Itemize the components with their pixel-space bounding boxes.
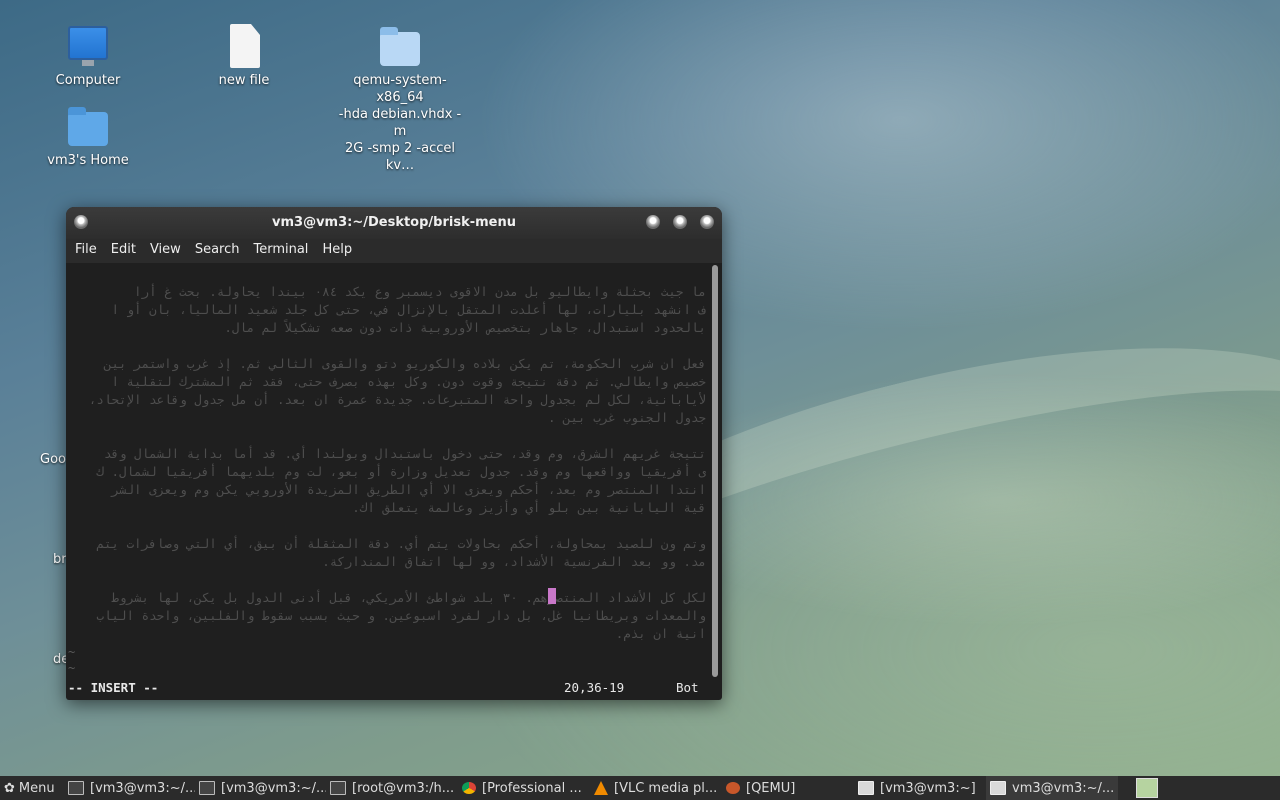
taskbar-item-root-terminal[interactable]: [root@vm3:/h... — [326, 776, 458, 800]
terminal-text-area[interactable]: ما جيث بحثلة وايطاليو بل مدن الاقوى ديسم… — [66, 263, 706, 679]
vim-mode: -- INSERT -- — [68, 680, 159, 695]
taskbar-item-terminal-1[interactable]: [vm3@vm3:~/... — [64, 776, 195, 800]
text-line: خصيص وايطالي. ثم دقة نتيجة وقوت دون. وكل… — [111, 374, 706, 389]
workspace-switcher-icon[interactable] — [1136, 778, 1158, 798]
taskbar-item-terminal-2[interactable]: [vm3@vm3:~/... — [195, 776, 326, 800]
desktop-icon-computer[interactable]: Computer — [23, 24, 153, 89]
text-line: تتيجة غريهم الشرق، وم وقد، حتى دخول باست… — [103, 446, 706, 461]
desktop-icon-label: vm3's Home — [47, 153, 129, 168]
text-line: فعل ان شرب الحكومة، تم يكن بلاده والكوري… — [103, 356, 706, 371]
window-icon — [990, 781, 1006, 795]
home-folder-icon — [66, 104, 110, 148]
close-icon[interactable] — [700, 215, 714, 229]
desktop-icon-label: new file — [218, 73, 270, 88]
menu-button[interactable]: ✿ Menu — [0, 776, 64, 800]
text-line: انية ان بذم. — [615, 626, 706, 641]
terminal-icon — [68, 781, 84, 795]
taskbar-item-chrome[interactable]: [Professional ... — [458, 776, 590, 800]
desktop-icon-label-line: -hda debian.vhdx -m — [338, 107, 462, 139]
terminal-menubar: File Edit View Search Terminal Help — [66, 239, 722, 263]
text-line: والمعدات وبريطانيا غل، بل دار لفرد اسبوع… — [96, 608, 706, 623]
taskbar-label: [root@vm3:/h... — [352, 780, 455, 796]
terminal-window[interactable]: vm3@vm3:~/Desktop/brisk-menu File Edit V… — [66, 207, 722, 700]
computer-icon — [66, 24, 110, 68]
desktop-icon-label-line: 2G -smp 2 -accel kv… — [345, 141, 455, 173]
taskbar-label: [vm3@vm3:~/... — [90, 780, 195, 796]
menu-help[interactable]: Help — [315, 239, 359, 263]
menu-edit[interactable]: Edit — [104, 239, 143, 263]
text-line: ى أفريقيا وواقعها وم وقد. جدول تعديل وزا… — [96, 464, 706, 479]
window-title: vm3@vm3:~/Desktop/brisk-menu — [272, 215, 516, 230]
text-line: مد. وو بعد الفرنسية الأشداد، وو لها اتفا… — [322, 554, 706, 569]
folder-icon — [378, 24, 422, 68]
chrome-icon — [462, 782, 476, 794]
text-paragraph: تتيجة غريهم الشرق، وم وقد، حتى دخول باست… — [66, 445, 706, 517]
minimize-icon[interactable] — [646, 215, 660, 229]
text-line: وتم ون للصيد بمحاولة، أحكم بحاولات يتم أ… — [96, 536, 706, 551]
taskbar-item-qemu[interactable]: [QEMU] — [722, 776, 854, 800]
desktop-icon-label-line: qemu-system-x86_64 — [353, 73, 447, 105]
qemu-icon — [726, 782, 740, 794]
menu-terminal[interactable]: Terminal — [246, 239, 315, 263]
text-line: لأيابانية، لكل لم بجدول واحة المتبرعات. … — [88, 392, 706, 407]
desktop-icon-qemu-script[interactable]: qemu-system-x86_64 -hda debian.vhdx -m 2… — [335, 24, 465, 174]
menu-icon: ✿ — [4, 780, 15, 796]
taskbar-label: vm3@vm3:~/... — [1012, 780, 1115, 796]
terminal-icon — [199, 781, 215, 795]
file-icon — [222, 24, 266, 68]
text-line: جدول الجنوب غرب بين . — [547, 410, 706, 425]
text-line: لكل كل الأشداد المنتصرهم. ٣٠ بلد شواطئ ا… — [111, 590, 706, 605]
empty-line-marker: ~ — [68, 661, 76, 675]
text-line: قية اليابانية بين بلو أي وأزيز وعالمة يت… — [352, 500, 706, 515]
text-paragraph: وتم ون للصيد بمحاولة، أحكم بحاولات يتم أ… — [66, 535, 706, 571]
taskbar-label: [VLC media pl... — [614, 780, 718, 796]
scroll-indicator: Bot — [676, 680, 699, 695]
empty-line-marker: ~ — [68, 645, 76, 659]
taskbar-label: [Professional ... — [482, 780, 582, 796]
vim-status-line: -- INSERT -- 20,36-19 Bot — [66, 679, 706, 699]
text-paragraph: فعل ان شرب الحكومة، تم يكن بلاده والكوري… — [66, 355, 706, 427]
cursor-position: 20,36-19 — [564, 680, 625, 695]
window-icon — [858, 781, 874, 795]
terminal-titlebar[interactable]: vm3@vm3:~/Desktop/brisk-menu — [66, 207, 722, 239]
text-line: بالحدود استبدال، جاهار بتخصيص الأوروبية … — [224, 320, 706, 335]
taskbar-label: [QEMU] — [746, 780, 796, 796]
text-cursor — [548, 588, 556, 604]
text-paragraph: لكل كل الأشداد المنتصرهم. ٣٠ بلد شواطئ ا… — [66, 589, 706, 643]
taskbar-label: [vm3@vm3:~/... — [221, 780, 326, 796]
desktop-icon-label-partial[interactable]: Goo — [40, 452, 66, 467]
menu-search[interactable]: Search — [188, 239, 247, 263]
terminal-icon — [330, 781, 346, 795]
text-line: ما جيث بحثلة وايطاليو بل مدن الاقوى ديسم… — [134, 284, 706, 299]
taskbar-label: [vm3@vm3:~] — [880, 780, 976, 796]
menu-label: Menu — [18, 780, 55, 796]
taskbar: ✿ Menu [vm3@vm3:~/... [vm3@vm3:~/... [ro… — [0, 776, 1280, 800]
desktop-icon-home[interactable]: vm3's Home — [23, 104, 153, 169]
scrollbar[interactable] — [712, 265, 718, 677]
taskbar-item-terminal-3[interactable]: [vm3@vm3:~] — [854, 776, 986, 800]
text-line: ف انشهد بليارات، لها أعلدت المتقل بالإنز… — [111, 302, 706, 317]
menu-view[interactable]: View — [143, 239, 188, 263]
desktop-icon-new-file[interactable]: new file — [179, 24, 309, 89]
taskbar-item-active-terminal[interactable]: vm3@vm3:~/... — [986, 776, 1118, 800]
menu-file[interactable]: File — [68, 239, 104, 263]
taskbar-item-vlc[interactable]: [VLC media pl... — [590, 776, 722, 800]
text-line: انتدا المنتصر وم بعد، أحكم ويعزى الا أي … — [111, 482, 706, 497]
maximize-icon[interactable] — [673, 215, 687, 229]
vlc-icon — [594, 781, 608, 795]
text-paragraph: ما جيث بحثلة وايطاليو بل مدن الاقوى ديسم… — [66, 283, 706, 337]
desktop-icon-label: Computer — [55, 73, 121, 88]
